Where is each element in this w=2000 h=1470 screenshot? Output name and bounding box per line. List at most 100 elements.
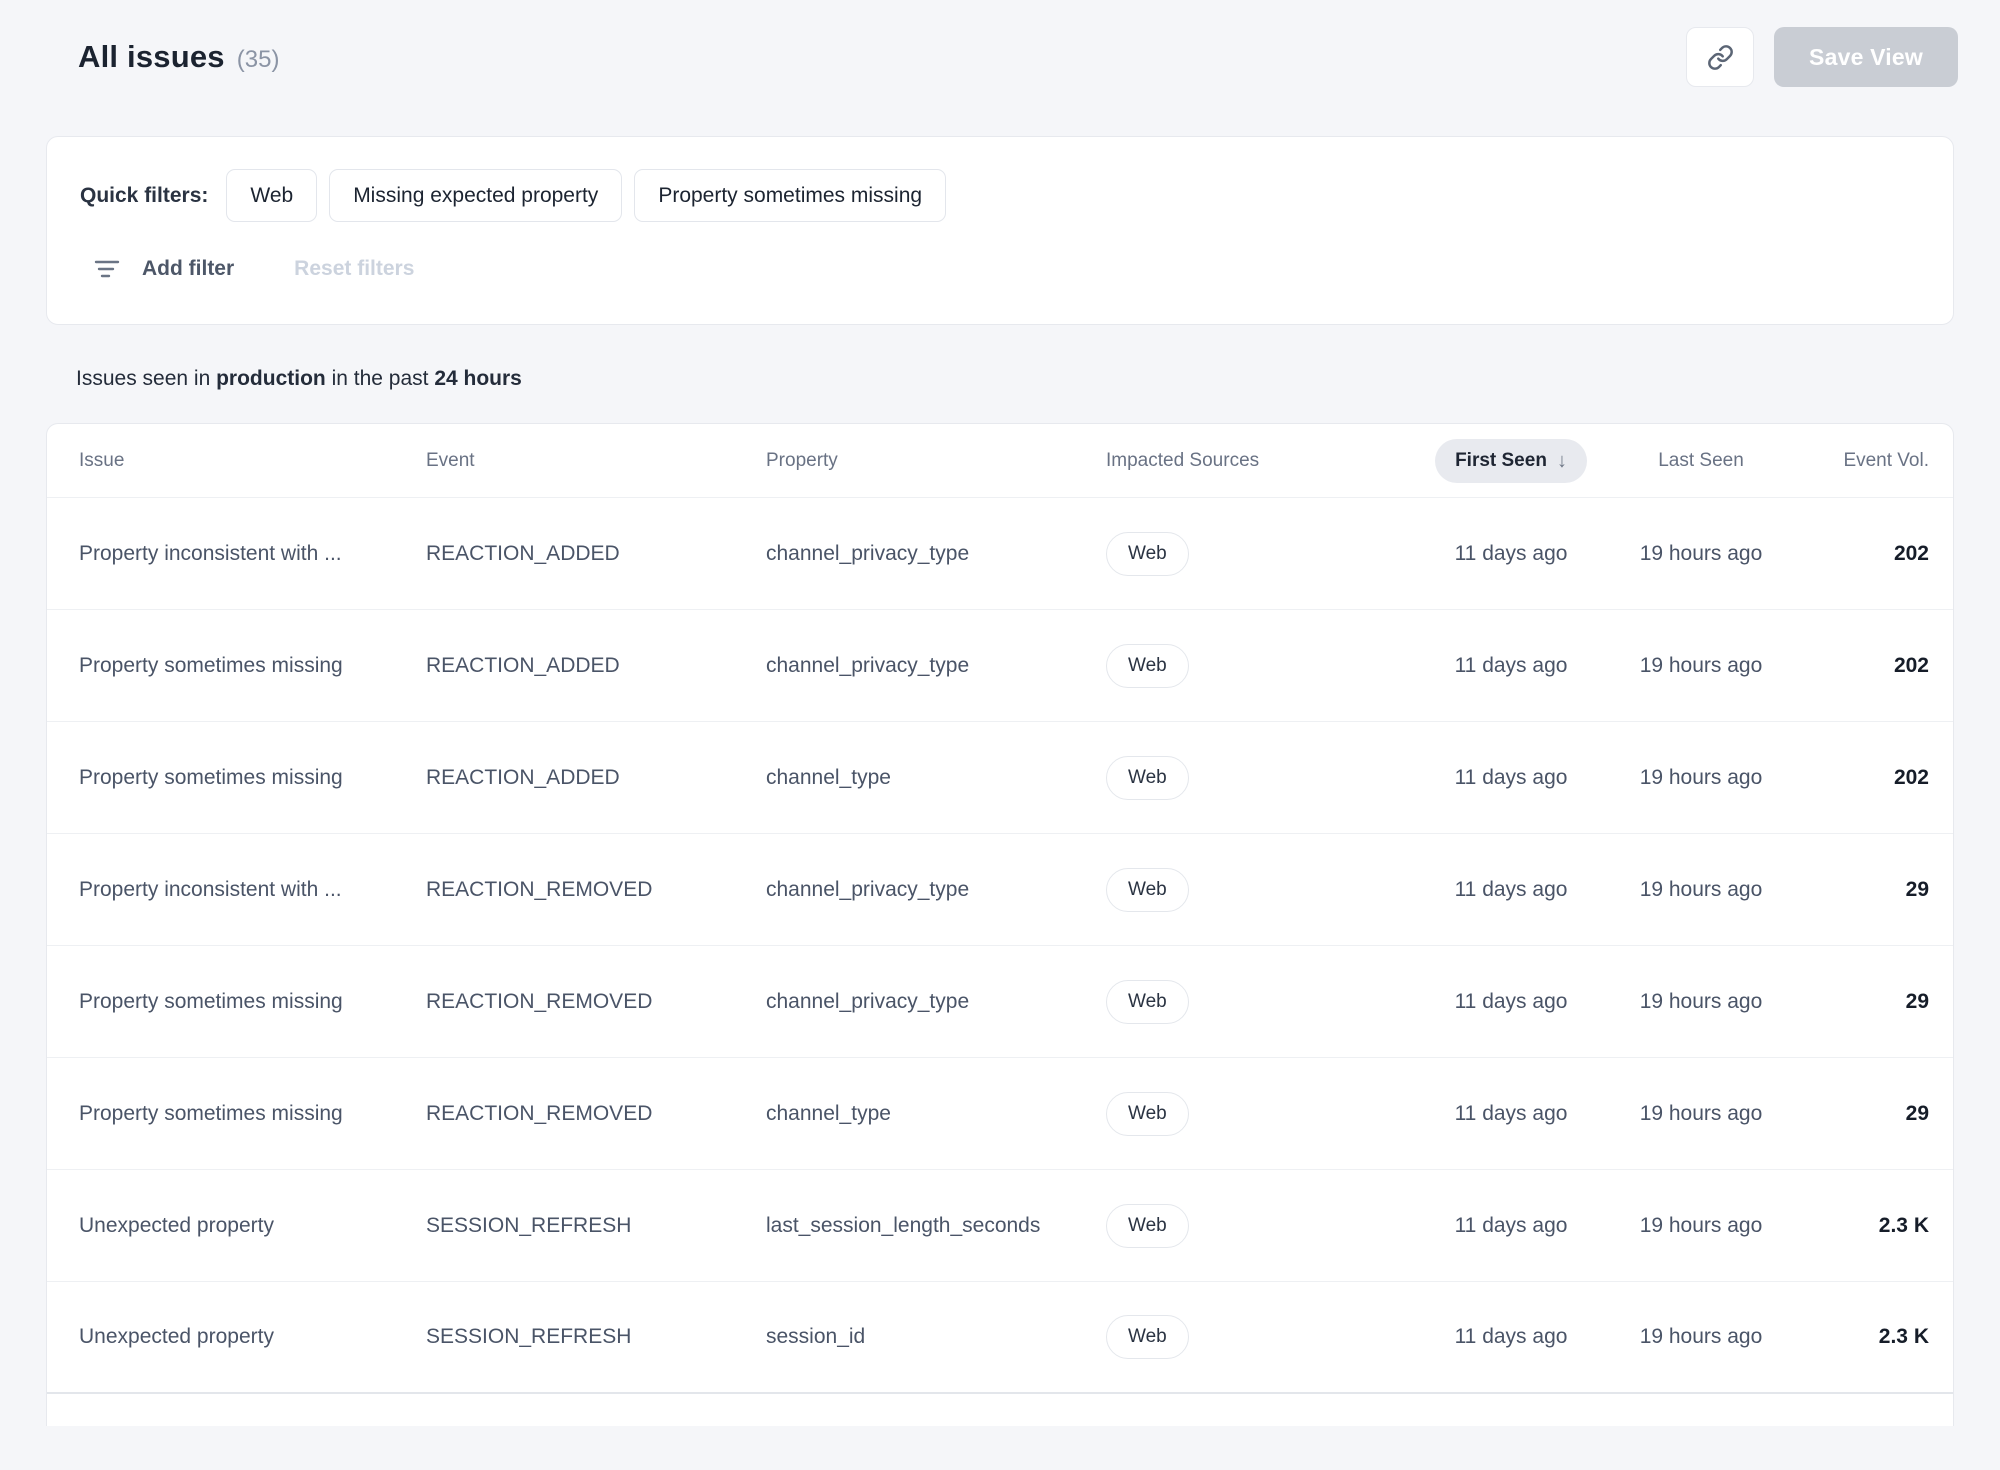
issues-summary: Issues seen in production in the past 24…	[76, 367, 1954, 391]
cell-first-seen: 11 days ago	[1416, 878, 1606, 902]
cell-issue: Unexpected property	[79, 1325, 426, 1349]
link-icon	[1707, 44, 1734, 71]
issues-table: Issue Event Property Impacted Sources Fi…	[46, 423, 1954, 1426]
cell-event: REACTION_ADDED	[426, 654, 766, 678]
cell-event: REACTION_ADDED	[426, 766, 766, 790]
table-row[interactable]: Property sometimes missing REACTION_REMO…	[47, 1058, 1953, 1170]
cell-issue: Property sometimes missing	[79, 654, 426, 678]
table-row[interactable]: Property sometimes missing REACTION_REMO…	[47, 946, 1953, 1058]
source-badge: Web	[1106, 1204, 1189, 1248]
top-bar: All issues (35) Save View	[78, 26, 1958, 88]
page-title: All issues	[78, 39, 225, 75]
cell-property: channel_privacy_type	[766, 990, 1106, 1014]
column-header-first-seen[interactable]: First Seen ↓	[1435, 439, 1587, 483]
cell-first-seen: 11 days ago	[1416, 1214, 1606, 1238]
cell-event-volume: 202	[1796, 542, 1929, 566]
cell-impacted-sources: Web	[1106, 1315, 1416, 1359]
column-header-impacted-sources[interactable]: Impacted Sources	[1106, 450, 1416, 472]
table-body: Property inconsistent with ... REACTION_…	[47, 498, 1953, 1394]
source-badge: Web	[1106, 1315, 1189, 1359]
table-header-row: Issue Event Property Impacted Sources Fi…	[47, 424, 1953, 498]
quick-filter-missing-expected-property[interactable]: Missing expected property	[329, 169, 622, 222]
cell-event: REACTION_REMOVED	[426, 990, 766, 1014]
cell-property: channel_type	[766, 766, 1106, 790]
cell-last-seen: 19 hours ago	[1606, 1214, 1796, 1238]
table-row[interactable]: Unexpected property SESSION_REFRESH sess…	[47, 1282, 1953, 1394]
cell-event: REACTION_REMOVED	[426, 1102, 766, 1126]
cell-first-seen: 11 days ago	[1416, 1325, 1606, 1349]
cell-event: REACTION_REMOVED	[426, 878, 766, 902]
cell-first-seen: 11 days ago	[1416, 766, 1606, 790]
quick-filters-label: Quick filters:	[80, 184, 208, 208]
cell-event: SESSION_REFRESH	[426, 1325, 766, 1349]
filter-panel: Quick filters: Web Missing expected prop…	[46, 136, 1954, 325]
cell-property: session_id	[766, 1325, 1106, 1349]
cell-last-seen: 19 hours ago	[1606, 766, 1796, 790]
cell-issue: Property inconsistent with ...	[79, 878, 426, 902]
cell-impacted-sources: Web	[1106, 1204, 1416, 1248]
table-row[interactable]: Property inconsistent with ... REACTION_…	[47, 498, 1953, 610]
column-header-last-seen[interactable]: Last Seen	[1606, 450, 1796, 472]
cell-last-seen: 19 hours ago	[1606, 542, 1796, 566]
table-row[interactable]: Property sometimes missing REACTION_ADDE…	[47, 722, 1953, 834]
reset-filters-button[interactable]: Reset filters	[294, 257, 414, 281]
cell-event-volume: 2.3 K	[1796, 1325, 1929, 1349]
source-badge: Web	[1106, 1092, 1189, 1136]
filter-lines-icon	[94, 257, 120, 281]
source-badge: Web	[1106, 868, 1189, 912]
cell-first-seen: 11 days ago	[1416, 1102, 1606, 1126]
page-title-group: All issues (35)	[78, 39, 279, 75]
table-row[interactable]: Unexpected property SESSION_REFRESH last…	[47, 1170, 1953, 1282]
cell-first-seen: 11 days ago	[1416, 990, 1606, 1014]
cell-last-seen: 19 hours ago	[1606, 654, 1796, 678]
cell-property: channel_privacy_type	[766, 654, 1106, 678]
sort-pill[interactable]: First Seen ↓	[1435, 439, 1587, 483]
cell-issue: Unexpected property	[79, 1214, 426, 1238]
add-filter-button[interactable]: Add filter	[94, 257, 234, 281]
cell-event: REACTION_ADDED	[426, 542, 766, 566]
copy-link-button[interactable]	[1686, 27, 1754, 87]
quick-filters-row: Quick filters: Web Missing expected prop…	[80, 169, 1921, 222]
summary-middle: in the past	[326, 367, 435, 390]
quick-filter-property-sometimes-missing[interactable]: Property sometimes missing	[634, 169, 946, 222]
cell-property: channel_privacy_type	[766, 878, 1106, 902]
cell-property: channel_type	[766, 1102, 1106, 1126]
filter-actions-row: Add filter Reset filters	[80, 252, 1921, 286]
cell-impacted-sources: Web	[1106, 756, 1416, 800]
cell-last-seen: 19 hours ago	[1606, 1102, 1796, 1126]
cell-issue: Property sometimes missing	[79, 766, 426, 790]
summary-prefix: Issues seen in	[76, 367, 216, 390]
summary-environment: production	[216, 367, 326, 390]
toolbar: Save View	[1686, 27, 1958, 87]
cell-first-seen: 11 days ago	[1416, 542, 1606, 566]
column-header-issue[interactable]: Issue	[79, 450, 426, 472]
table-row[interactable]: Property sometimes missing REACTION_ADDE…	[47, 610, 1953, 722]
save-view-button[interactable]: Save View	[1774, 27, 1958, 87]
add-filter-label: Add filter	[142, 257, 234, 281]
summary-timeframe: 24 hours	[434, 367, 522, 390]
cell-impacted-sources: Web	[1106, 980, 1416, 1024]
source-badge: Web	[1106, 980, 1189, 1024]
cell-last-seen: 19 hours ago	[1606, 990, 1796, 1014]
cell-property: channel_privacy_type	[766, 542, 1106, 566]
cell-event-volume: 202	[1796, 654, 1929, 678]
cell-impacted-sources: Web	[1106, 532, 1416, 576]
cell-event-volume: 29	[1796, 1102, 1929, 1126]
source-badge: Web	[1106, 756, 1189, 800]
source-badge: Web	[1106, 532, 1189, 576]
cell-impacted-sources: Web	[1106, 868, 1416, 912]
table-row[interactable]: Property inconsistent with ... REACTION_…	[47, 834, 1953, 946]
cell-event-volume: 202	[1796, 766, 1929, 790]
cell-event: SESSION_REFRESH	[426, 1214, 766, 1238]
column-header-event[interactable]: Event	[426, 450, 766, 472]
column-header-event-volume[interactable]: Event Vol.	[1796, 450, 1929, 472]
column-header-property[interactable]: Property	[766, 450, 1106, 472]
quick-filter-web[interactable]: Web	[226, 169, 317, 222]
cell-issue: Property inconsistent with ...	[79, 542, 426, 566]
cell-first-seen: 11 days ago	[1416, 654, 1606, 678]
cell-event-volume: 29	[1796, 990, 1929, 1014]
cell-impacted-sources: Web	[1106, 644, 1416, 688]
issue-count: (35)	[237, 46, 280, 74]
cell-event-volume: 2.3 K	[1796, 1214, 1929, 1238]
cell-issue: Property sometimes missing	[79, 1102, 426, 1126]
